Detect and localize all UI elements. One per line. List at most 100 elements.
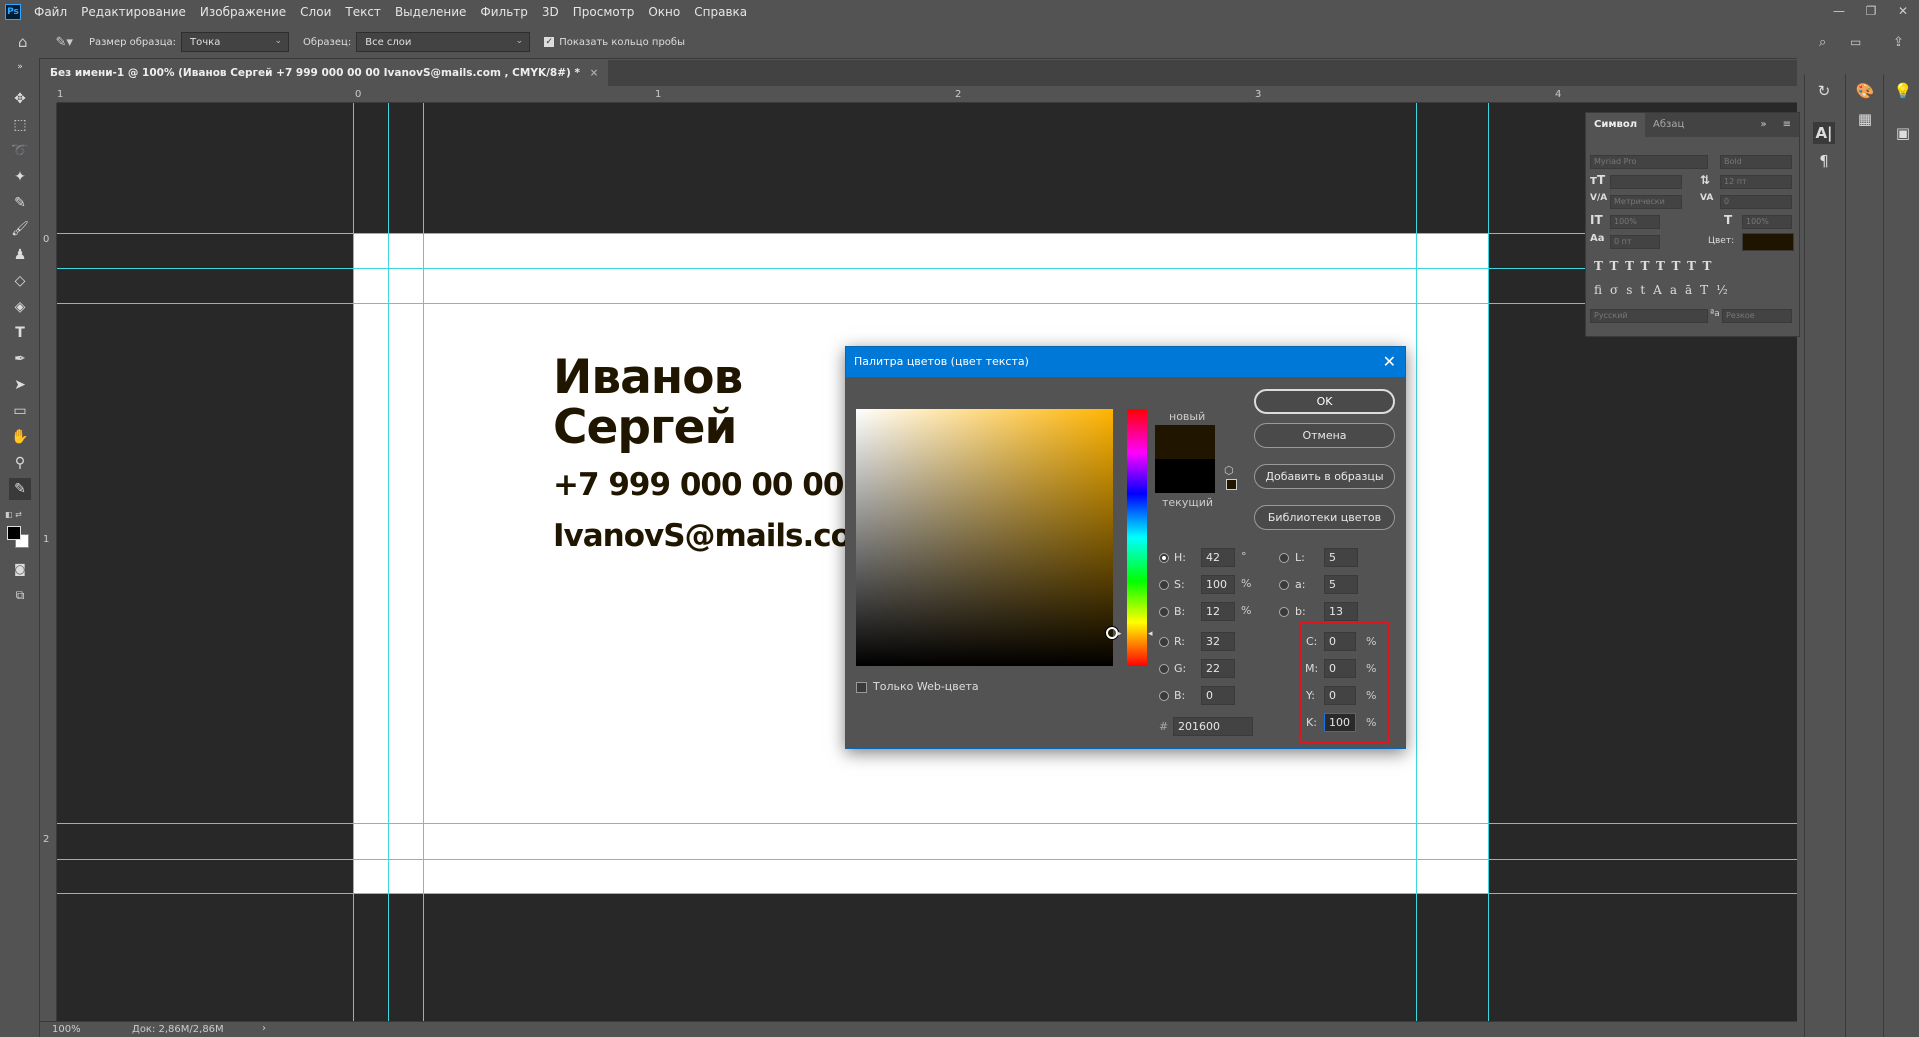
menu-help[interactable]: Справка [687,5,754,19]
web-only-checkbox[interactable] [856,682,867,693]
font-style-select[interactable]: Bold [1720,155,1792,169]
text-color-swatch[interactable] [1742,233,1794,251]
field-s[interactable]: 100 [1201,575,1235,594]
text-style-buttons[interactable]: TTTTTTTT [1594,259,1718,273]
panel-collapse-icon[interactable]: » [1752,113,1774,137]
font-family-select[interactable]: Myriad Pro [1590,155,1708,169]
card-name-line1[interactable]: Иванов [553,353,743,403]
screen-mode-icon[interactable]: ⧉ [9,584,31,606]
paragraph-panel-icon[interactable]: ¶ [1813,150,1835,172]
menu-filter[interactable]: Фильтр [473,5,534,19]
eyedropper-active-tool-icon[interactable]: ✎ [9,478,31,500]
zoom-tool-icon[interactable]: ⚲ [9,452,31,474]
zoom-level[interactable]: 100% [52,1024,81,1035]
font-size-field[interactable] [1610,175,1682,189]
document-tab[interactable]: Без имени-1 @ 100% (Иванов Сергей +7 999… [40,60,609,86]
radio-l[interactable] [1279,553,1289,563]
paint-bucket-tool-icon[interactable]: ◈ [9,296,31,318]
magic-wand-tool-icon[interactable]: ✦ [9,166,31,188]
menu-view[interactable]: Просмотр [566,5,642,19]
radio-h[interactable] [1159,553,1169,563]
lasso-tool-icon[interactable]: ➰ [9,140,31,162]
card-phone[interactable]: +7 999 000 00 00 [553,467,844,503]
radio-s[interactable] [1159,580,1169,590]
antialias-select[interactable]: Резкое [1722,309,1792,323]
menu-select[interactable]: Выделение [388,5,473,19]
hue-slider[interactable] [1127,409,1147,666]
search-icon[interactable]: ⌕ [1819,35,1826,50]
pen-tool-icon[interactable]: ✒ [9,348,31,370]
field-m[interactable]: 0 [1324,659,1356,678]
workspace-icon[interactable]: ▭ [1850,35,1861,49]
hue-slider-right-arrow-icon[interactable]: ◂ [1148,629,1153,639]
close-icon[interactable]: ✕ [1383,347,1396,377]
hue-slider-left-arrow-icon[interactable]: ▸ [1117,629,1122,639]
field-c[interactable]: 0 [1324,632,1356,651]
share-icon[interactable]: ⇪ [1893,35,1904,50]
field-lab-b[interactable]: 13 [1324,602,1358,621]
panel-menu-icon[interactable]: ≡ [1775,113,1799,137]
default-colors-icon[interactable]: ◧ ⇄ [5,510,22,519]
menu-edit[interactable]: Редактирование [74,5,193,19]
field-k[interactable]: 100 [1324,713,1356,732]
field-h[interactable]: 42 [1201,548,1235,567]
color-palette-icon[interactable]: 🎨 [1854,80,1876,102]
close-tab-icon[interactable]: × [590,67,599,79]
horizontal-scale-field[interactable]: 100% [1742,215,1792,229]
ok-button[interactable]: OK [1254,389,1395,414]
character-panel-icon[interactable]: A| [1813,122,1835,144]
radio-g[interactable] [1159,664,1169,674]
menu-file[interactable]: Файл [27,5,74,19]
status-arrow-icon[interactable]: › [262,1023,266,1034]
rectangle-tool-icon[interactable]: ▭ [9,400,31,422]
cancel-button[interactable]: Отмена [1254,423,1395,448]
eraser-tool-icon[interactable]: ◇ [9,270,31,292]
eyedropper-preset-icon[interactable]: ✎▾ [56,35,73,50]
card-email[interactable]: IvanovS@mails.com [553,518,883,554]
show-ring-checkbox[interactable]: ✓ [544,37,555,47]
current-color-swatch[interactable] [1155,459,1215,493]
path-selection-tool-icon[interactable]: ➤ [9,374,31,396]
quick-mask-icon[interactable]: ◙ [9,558,31,580]
baseline-shift-field[interactable]: 0 пт [1610,235,1660,249]
color-libraries-button[interactable]: Библиотеки цветов [1254,505,1395,530]
field-g[interactable]: 22 [1201,659,1235,678]
add-to-swatches-button[interactable]: Добавить в образцы [1254,464,1395,489]
menu-text[interactable]: Текст [338,5,388,19]
minimize-button[interactable]: — [1823,0,1855,24]
collapse-icon[interactable]: » [9,62,31,72]
menu-layers[interactable]: Слои [293,5,338,19]
type-tool-icon[interactable]: T [9,322,31,344]
brush-tool-icon[interactable]: 🖌 [9,218,31,240]
sample-select[interactable]: Все слои ⌄ [356,32,531,52]
libraries-icon[interactable]: ▣ [1892,122,1914,144]
eyedropper-tool-icon[interactable]: ✎ [9,192,31,214]
hand-tool-icon[interactable]: ✋ [9,426,31,448]
tab-character[interactable]: Символ [1586,113,1646,137]
field-b[interactable]: 12 [1201,602,1235,621]
kerning-field[interactable]: Метрически [1610,195,1682,209]
radio-lab-b[interactable] [1279,607,1289,617]
field-l[interactable]: 5 [1324,548,1358,567]
tracking-field[interactable]: 0 [1720,195,1792,209]
language-select[interactable]: Русский [1590,309,1708,323]
history-icon[interactable]: ↻ [1813,80,1835,102]
marquee-tool-icon[interactable]: ⬚ [9,114,31,136]
gamut-cube-icon[interactable]: ⬡ [1224,464,1234,477]
card-name-line2[interactable]: Сергей [553,403,737,453]
radio-b[interactable] [1159,607,1169,617]
field-r[interactable]: 32 [1201,632,1235,651]
radio-a[interactable] [1279,580,1289,590]
radio-r[interactable] [1159,637,1169,647]
stamp-tool-icon[interactable]: ♟ [9,244,31,266]
home-icon[interactable]: ⌂ [18,33,28,51]
leading-field[interactable]: 12 пт [1720,175,1792,189]
opentype-buttons[interactable]: ﬁσstAaāT½ [1594,283,1736,297]
vertical-scale-field[interactable]: 100% [1610,215,1660,229]
restore-button[interactable]: ❐ [1855,0,1887,24]
sample-size-select[interactable]: Точка ⌄ [181,32,290,52]
web-safe-swatch[interactable] [1226,479,1237,490]
saturation-brightness-field[interactable] [856,409,1113,666]
close-window-button[interactable]: ✕ [1887,0,1919,24]
field-a[interactable]: 5 [1324,575,1358,594]
